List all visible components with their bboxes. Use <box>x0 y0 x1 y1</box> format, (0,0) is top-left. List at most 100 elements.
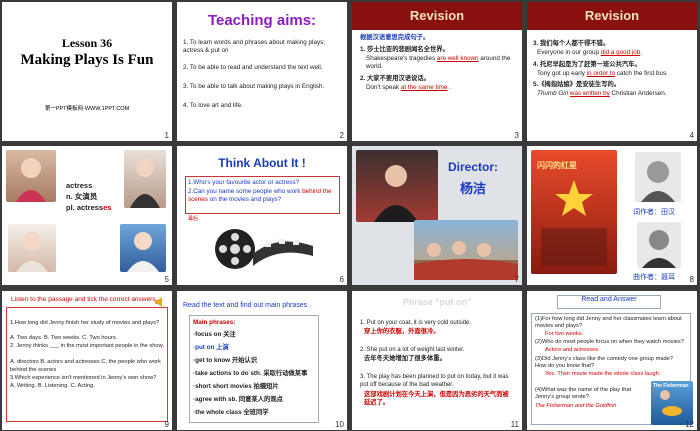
slide-number: 5 <box>164 275 169 284</box>
slide-heading: Listen to the passage and tick the corre… <box>11 296 158 303</box>
options-2: A. directors B. actors and actresses C. … <box>10 359 161 373</box>
slide-heading: Phrase "put on" <box>402 297 472 307</box>
question-4-english: Tony got up early in order to catch the … <box>537 70 668 78</box>
slide-thumbnail-7[interactable]: Director: 杨洁 7 <box>352 146 522 285</box>
question-1-english: Shakespeare's tragedies are well known a… <box>366 55 516 72</box>
text-part: . <box>640 49 643 56</box>
question-5-english: Thumb Girl was written by Christian Ande… <box>537 90 667 98</box>
slide-thumbnail-2[interactable]: Teaching aims: 1. To learn words and phr… <box>177 2 347 141</box>
slide-number: 7 <box>514 275 519 284</box>
phrase-item: ·take actions to do sth. 采取行动做某事 <box>193 370 308 377</box>
slide-number: 6 <box>339 275 344 284</box>
example-3: 3. The play has been planned to put on t… <box>360 374 509 389</box>
lyricist-caption: 词作者：田汉 <box>633 209 675 216</box>
text-part: on the movies and plays? <box>207 196 282 204</box>
slide-heading: Read and Answer <box>581 296 637 303</box>
example-3-chinese: 这部戏剧计划在今天上演，但是因为恶劣的天气而被延迟了。 <box>364 391 509 407</box>
text-part: Thumb Girl <box>537 90 569 97</box>
question-2-english: Don't speak at the same time . <box>366 84 451 92</box>
text-part: catch the first bus. <box>616 70 668 77</box>
question-4: (4)What was the name of the play that Je… <box>535 387 632 401</box>
composer-portrait <box>637 222 681 268</box>
slide-number: 12 <box>685 420 694 429</box>
slide-heading: Think About It ! <box>218 156 306 170</box>
composer-caption: 曲作者：聂耳 <box>633 274 675 281</box>
slide-number: 10 <box>335 420 344 429</box>
aim-2: 2. To be able to read and understand the… <box>183 64 323 71</box>
answer-1: For two weeks. <box>545 331 584 337</box>
box-title: Main phrases: <box>193 319 236 326</box>
slide-number: 11 <box>510 420 519 429</box>
poster-title: 闪闪的红星 <box>537 161 577 170</box>
aim-3: 3. To be able to talk about making plays… <box>183 83 325 90</box>
answer: was written by <box>569 90 610 97</box>
question-1: 1.Who's your favourite actor or actress? <box>188 179 300 186</box>
answer: in order to <box>586 70 616 77</box>
question-5-chinese: 5.《拇指姑娘》是安徒生写的。 <box>533 81 621 88</box>
slide-number: 8 <box>689 275 694 284</box>
answer: did a good job <box>600 49 641 56</box>
question-2: (2)Who do most people focus on when they… <box>535 339 684 345</box>
text-part: Christian Andersen. <box>611 90 667 97</box>
example-1: 1. Put on your coat, it is very cold out… <box>360 320 472 326</box>
text-part: . <box>449 84 451 91</box>
text-part: Don't speak <box>366 84 400 91</box>
poster-title: The Fisherman <box>653 383 689 389</box>
example-1-chinese: 穿上你的衣服，外面很冷。 <box>364 328 440 335</box>
slide-heading: Revision <box>409 8 465 23</box>
aim-1: 1. To learn words and phrases about maki… <box>183 39 325 55</box>
director-label: Director: <box>448 160 499 174</box>
question-3-english: Everyone in our group did a good job. <box>537 49 642 57</box>
slide-number: 3 <box>514 131 519 140</box>
slide-thumbnail-5[interactable]: actress n. 女演员 pl. actresses 5 <box>2 146 172 285</box>
phrase-item: ·focus on 关注 <box>193 331 236 338</box>
answer: at the same time <box>400 84 448 91</box>
slide-title: Making Plays Is Fun <box>20 52 154 68</box>
example-2-chinese: 去年冬天她增加了很多体重。 <box>364 355 446 362</box>
film-reel-icon <box>207 224 317 279</box>
actress-photo <box>120 224 166 272</box>
question-3: (3)Did Jenny's class like the comedy one… <box>535 356 673 370</box>
plural-suffix: es <box>103 203 112 212</box>
answer-4: The Fisherman and the Goldfish <box>535 403 617 409</box>
director-name: 杨洁 <box>460 181 487 196</box>
options-3: A. Writing. B. Listening. C. Acting. <box>10 383 95 389</box>
question-2: 2.Can you name some people who work behi… <box>188 188 338 205</box>
lyricist-portrait <box>635 152 681 202</box>
phrase-item: ·agree with sb. 同意某人的观点 <box>193 396 283 403</box>
journey-scene-photo <box>414 220 518 280</box>
answer-3: Yes. Their movie made the whole class la… <box>545 371 661 377</box>
lesson-label: Lesson 36 <box>61 36 113 50</box>
aim-4: 4. To love art and life. <box>183 102 243 109</box>
instruction: 根据汉语意思完成句子。 <box>360 34 430 41</box>
slide-heading: Teaching aims: <box>207 12 317 29</box>
slide-thumbnail-3[interactable]: Revision 根据汉语意思完成句子。 1. 莎士比亚的悲剧闻名全世界。 Sh… <box>352 2 522 141</box>
question-4-chinese: 4. 托尼早起是为了赶第一班公共汽车。 <box>533 61 641 68</box>
slide-heading: Read the text and find out main phrases … <box>183 302 312 309</box>
options-1: A. Two days. B. Two weeks. C. Two hours. <box>10 335 118 341</box>
text-part: Tony got up early <box>537 70 585 77</box>
phrase-item: ·get to know 开始认识 <box>193 357 258 364</box>
slide-thumbnail-8[interactable]: 闪闪的红星 词作者：田汉 曲作者：聂耳 8 <box>527 146 697 285</box>
slide-heading: Revision <box>584 8 640 23</box>
slide-thumbnail-10[interactable]: Read the text and find out main phrases … <box>177 291 347 430</box>
question-2-chinese: 2. 大家不要用汉语说话。 <box>360 75 430 82</box>
title-band: Revision <box>527 2 697 30</box>
text-part: pl. actress <box>66 203 104 212</box>
answer: are well known <box>436 55 479 62</box>
footer-text: 第一PPT模板网-WWW.1PPT.COM <box>44 106 130 112</box>
answer-2: Actors and actresses. <box>545 347 600 353</box>
slide-thumbnail-12[interactable]: Read and Answer (1)For how long did Jenn… <box>527 291 697 430</box>
slide-number: 1 <box>164 131 169 140</box>
actress-photo <box>8 224 56 272</box>
slide-thumbnail-9[interactable]: Listen to the passage and tick the corre… <box>2 291 172 430</box>
slide-number: 4 <box>689 131 694 140</box>
slide-thumbnail-11[interactable]: Phrase "put on" 1. Put on your coat, it … <box>352 291 522 430</box>
slide-thumbnail-4[interactable]: Revision 3. 我们每个人都干得不错。 Everyone in our … <box>527 2 697 141</box>
vocab-meaning: n. 女演员 <box>66 192 98 201</box>
vocab-plural: pl. actresses <box>66 203 112 212</box>
slide-thumbnail-6[interactable]: Think About It ! 1.Who's your favourite … <box>177 146 347 285</box>
slide-thumbnail-1[interactable]: Lesson 36 Making Plays Is Fun 第一PPT模板网-W… <box>2 2 172 141</box>
text-part: 2.Can you name some people who work <box>188 188 303 195</box>
question-3-chinese: 3. 我们每个人都干得不错。 <box>533 40 610 47</box>
